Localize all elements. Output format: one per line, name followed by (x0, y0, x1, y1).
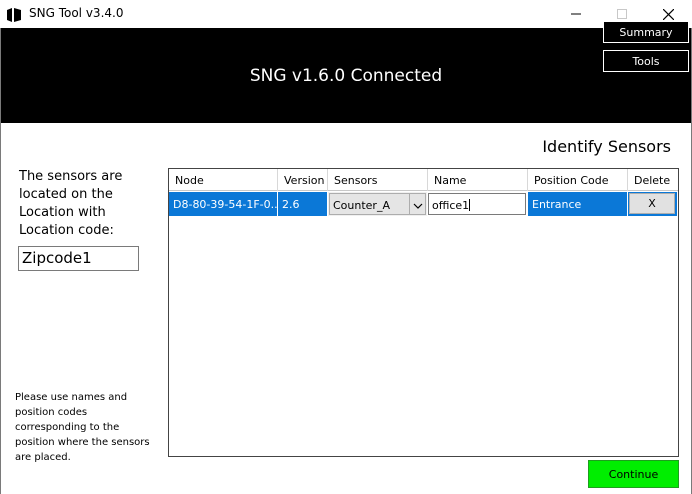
version-cell[interactable]: 2.6 (278, 192, 328, 216)
delete-cell: X (628, 192, 678, 216)
sensors-cell: Counter_A (328, 192, 428, 216)
window-title: SNG Tool v3.4.0 (29, 6, 124, 20)
column-header-name[interactable]: Name (428, 169, 528, 191)
column-header-delete[interactable]: Delete (628, 169, 678, 191)
column-header-position-code[interactable]: Position Code (528, 169, 628, 191)
table-header: Node Version Sensors Name Position Code … (169, 169, 678, 191)
name-cell: office1 (428, 192, 528, 216)
location-code-field[interactable]: Zipcode1 (18, 246, 139, 271)
summary-button[interactable]: Summary (603, 21, 689, 43)
chevron-down-icon[interactable] (413, 200, 423, 213)
name-input[interactable]: office1 (428, 193, 526, 215)
location-description: The sensors are located on the Location … (19, 169, 123, 238)
sensors-dropdown-value: Counter_A (333, 199, 390, 212)
table-row[interactable]: D8-80-39-54-1F-0... 2.6 Counter_A office… (169, 192, 678, 216)
header-banner: SNG v1.6.0 Connected (1, 28, 691, 123)
column-header-version[interactable]: Version (278, 169, 328, 191)
tools-button[interactable]: Tools (603, 50, 689, 72)
minimize-button[interactable] (553, 0, 599, 28)
position-code-cell[interactable]: Entrance (528, 192, 628, 216)
delete-row-button[interactable]: X (629, 193, 675, 214)
minimize-icon (571, 9, 581, 19)
column-header-node[interactable]: Node (169, 169, 278, 191)
name-input-value: office1 (432, 199, 470, 212)
app-logo-icon (7, 7, 21, 22)
text-caret (469, 199, 471, 211)
dropdown-divider (409, 194, 410, 214)
title-bar: SNG Tool v3.4.0 (0, 0, 692, 28)
sensors-dropdown[interactable]: Counter_A (329, 193, 426, 215)
connection-status: SNG v1.6.0 Connected (249, 66, 443, 86)
page-title: Identify Sensors (542, 137, 671, 156)
column-header-sensors[interactable]: Sensors (328, 169, 428, 191)
close-icon (662, 8, 674, 20)
continue-button[interactable]: Continue (588, 460, 679, 488)
maximize-icon (617, 9, 627, 19)
naming-hint: Please use names and position codes corr… (15, 392, 150, 463)
sensors-table: Node Version Sensors Name Position Code … (168, 168, 679, 457)
node-cell[interactable]: D8-80-39-54-1F-0... (169, 192, 278, 216)
